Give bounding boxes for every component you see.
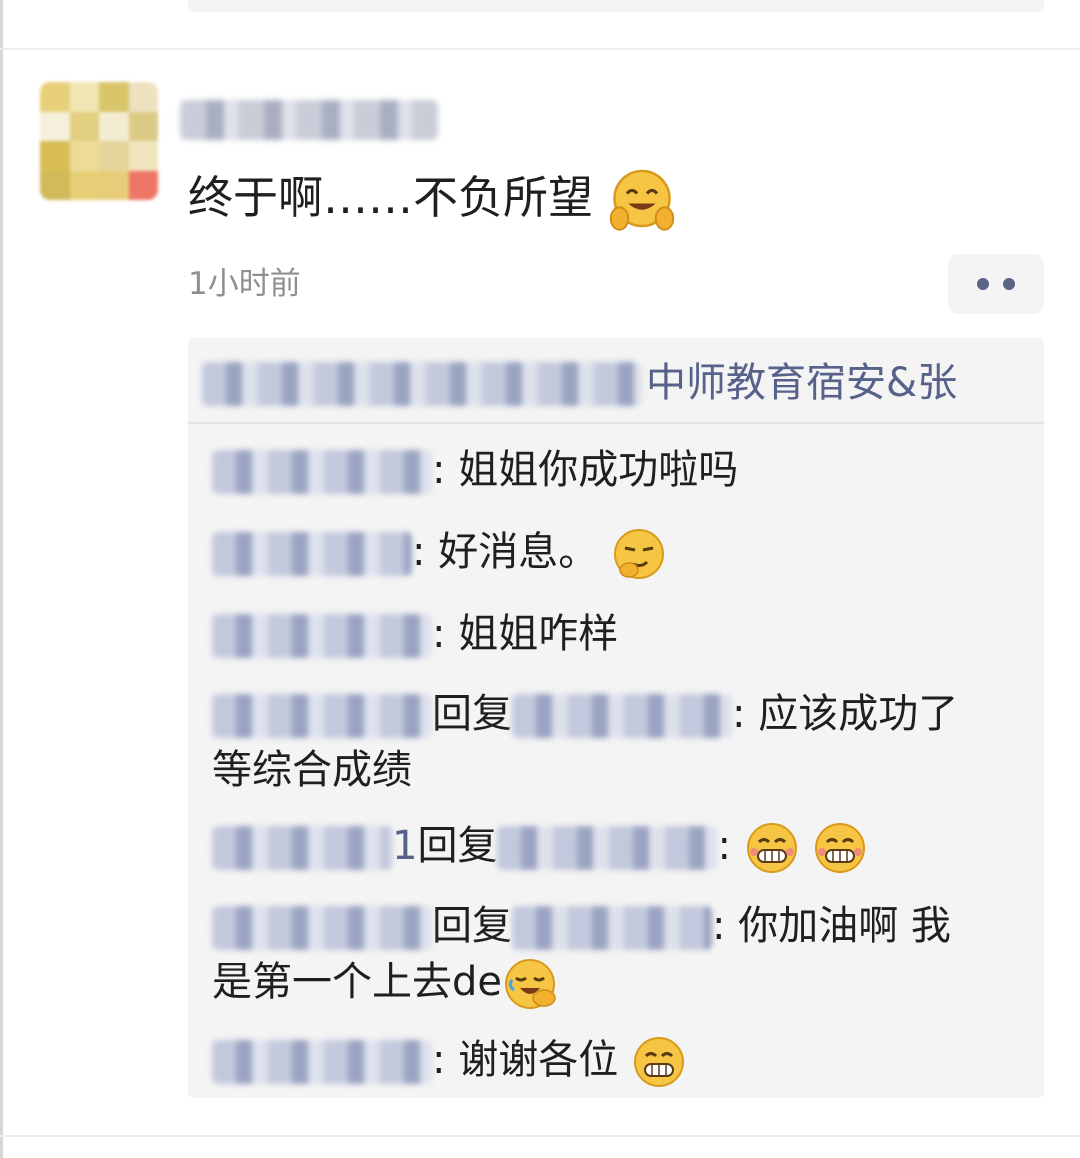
comment-sep: : [432,447,459,493]
comment-3[interactable]: : 姐姐咋样 [212,606,618,662]
avatar[interactable] [40,82,158,200]
commenter-name-blurred[interactable] [212,614,432,658]
poster-name-blurred[interactable] [180,100,438,140]
divider [0,1135,1080,1137]
reply-target-name-blurred[interactable] [512,694,732,738]
more-dot-icon [1003,278,1015,290]
comment-sep: : [432,1037,459,1083]
comment-7[interactable]: : 谢谢各位 [212,1032,687,1090]
comment-sep: : [432,611,459,657]
more-dot-icon [977,278,989,290]
post-text-content: 终于啊……不负所望 [188,171,594,224]
commenter-name-blurred[interactable] [212,694,432,738]
likes-visible-name[interactable]: 中师教育宿安&张 [646,358,957,408]
commenter-name-blurred[interactable] [212,826,392,870]
commenter-name-suffix: 1 [392,823,418,869]
left-border [0,0,3,1158]
comment-text: 好消息。 [438,529,599,575]
comment-6[interactable]: 回复: 你加油啊 我 [212,898,951,954]
commenter-name-blurred[interactable] [212,532,412,576]
grin-emoji-icon [746,823,797,873]
comment-sep: : [717,823,744,869]
comment-6-line-2: 是第一个上去de [212,954,558,1012]
facepalm-laugh-emoji-icon [505,959,556,1009]
grin-emoji-icon [633,1037,684,1087]
comments-box: 中师教育宿安&张 : 姐姐你成功啦吗 : 好消息。 : 姐姐咋样 回复: 应该成… [188,338,1044,1098]
comment-5[interactable]: 1回复: [212,818,868,876]
commenter-name-blurred[interactable] [212,450,432,494]
comment-text: 是第一个上去de [212,959,502,1005]
post-text: 终于啊……不负所望 [188,166,677,236]
comment-sep: : [712,903,739,949]
likes-divider [188,422,1044,424]
comment-2[interactable]: : 好消息。 [212,524,667,582]
reply-label: 回复 [432,903,512,949]
post-time: 1小时前 [188,266,301,302]
comment-text: 你加油啊 我 [738,903,951,949]
comment-text: 应该成功了 [758,691,959,737]
comment-text: 谢谢各位 [458,1037,619,1083]
comment-4-line-2: 等综合成绩 [212,747,412,793]
comment-text: 姐姐咋样 [458,611,619,657]
reply-target-name-blurred[interactable] [497,826,718,870]
more-button[interactable] [948,254,1044,314]
likes-names-blurred[interactable] [202,362,642,406]
comment-4[interactable]: 回复: 应该成功了 [212,686,958,742]
divider [0,48,1080,50]
comment-text: 姐姐你成功啦吗 [458,447,739,493]
commenter-name-blurred[interactable] [212,906,432,950]
reply-label: 回复 [432,691,512,737]
reply-label: 回复 [417,823,498,869]
commenter-name-blurred[interactable] [212,1040,432,1084]
reply-target-name-blurred[interactable] [512,906,712,950]
comment-sep: : [732,691,759,737]
hug-emoji-icon [610,169,675,231]
comment-1[interactable]: : 姐姐你成功啦吗 [212,442,738,498]
comment-sep: : [412,529,439,575]
thinking-smirk-emoji-icon [613,529,664,579]
previous-post-comment-box [188,0,1044,12]
grin-emoji-icon [815,823,866,873]
